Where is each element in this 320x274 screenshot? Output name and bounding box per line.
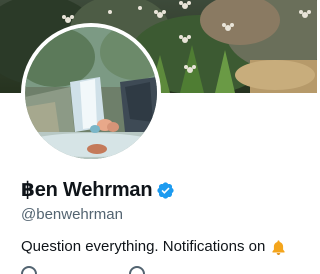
location-icon — [21, 266, 37, 274]
name-row: ฿en Wehrman — [21, 178, 175, 202]
avatar-image — [25, 27, 157, 159]
display-name: ฿en Wehrman — [21, 179, 153, 201]
profile-meta-row — [21, 266, 145, 274]
bio: Question everything. Notifications on — [21, 237, 287, 257]
handle: @benwehrman — [21, 206, 123, 223]
verified-badge-icon[interactable] — [156, 181, 175, 200]
avatar[interactable] — [21, 23, 161, 163]
bell-icon — [272, 239, 285, 255]
profile-header: ฿en Wehrman @benwehrman Question everyth… — [0, 0, 317, 274]
link-icon — [129, 266, 145, 274]
bio-text: Question everything. Notifications on — [21, 238, 266, 255]
